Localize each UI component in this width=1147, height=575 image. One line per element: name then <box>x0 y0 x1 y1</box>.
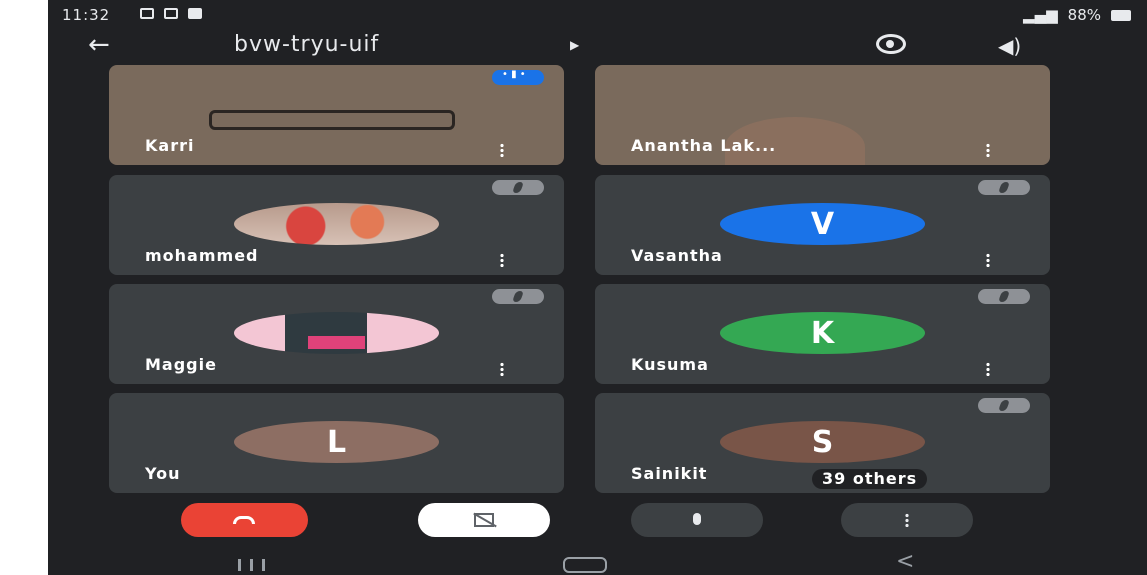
avatar: V <box>720 203 925 245</box>
participant-tile-anantha[interactable]: Anantha Lak... <box>595 65 1050 165</box>
participant-name: Sainikit <box>631 464 708 483</box>
camera-toggle-button[interactable] <box>418 503 550 537</box>
more-options-button[interactable] <box>841 503 973 537</box>
more-options-icon[interactable] <box>500 362 504 376</box>
notification-icons <box>140 8 202 19</box>
end-call-button[interactable] <box>181 503 308 537</box>
camera-off-icon <box>474 513 494 527</box>
participant-name: Karri <box>145 136 195 155</box>
meeting-code[interactable]: bvw-tryu-uif <box>234 32 379 57</box>
recents-icon[interactable] <box>238 559 268 571</box>
participant-name: Kusuma <box>631 355 709 374</box>
speaker-icon[interactable]: ◀) <box>998 34 1021 58</box>
status-bar: 11:32 ▂▄▆ 88% <box>48 0 1147 30</box>
participant-tile-sainikit[interactable]: S Sainikit 39 others <box>595 393 1050 493</box>
avatar: L <box>234 421 439 463</box>
participant-tile-kusuma[interactable]: K Kusuma <box>595 284 1050 384</box>
system-nav-bar: < <box>48 545 1147 575</box>
back-icon[interactable]: < <box>896 549 914 574</box>
more-options-icon[interactable] <box>986 143 990 157</box>
mic-toggle-button[interactable] <box>631 503 763 537</box>
system-icons: ▂▄▆ 88% <box>1023 6 1131 24</box>
participant-name: Maggie <box>145 355 217 374</box>
message-icon <box>188 8 202 19</box>
status-time: 11:32 <box>62 6 111 24</box>
video-feed <box>209 110 455 130</box>
more-options-icon[interactable] <box>500 143 504 157</box>
mic-off-icon <box>978 398 1030 413</box>
call-header: ← bvw-tryu-uif ▶ ◀) <box>48 30 1147 64</box>
participant-tile-vasantha[interactable]: V Vasantha <box>595 175 1050 275</box>
back-arrow-icon[interactable]: ← <box>88 32 110 58</box>
home-icon[interactable] <box>563 557 607 573</box>
switch-camera-icon[interactable] <box>876 34 906 54</box>
avatar: S <box>720 421 925 463</box>
avatar: K <box>720 312 925 354</box>
avatar <box>234 203 439 245</box>
more-options-icon[interactable] <box>986 362 990 376</box>
participant-name: mohammed <box>145 246 259 265</box>
participant-tile-you[interactable]: L You <box>109 393 564 493</box>
battery-percent: 88% <box>1067 6 1101 24</box>
mic-off-icon <box>978 289 1030 304</box>
battery-icon <box>1111 9 1131 21</box>
others-count-badge[interactable]: 39 others <box>812 469 928 489</box>
participant-tile-karri[interactable]: Karri <box>109 65 564 165</box>
avatar <box>234 312 439 354</box>
meet-call-screen: 11:32 ▂▄▆ 88% ← bvw-tryu-uif ▶ ◀) Karri … <box>48 0 1147 575</box>
mic-icon <box>693 513 701 525</box>
mic-off-icon <box>978 180 1030 195</box>
more-options-icon[interactable] <box>500 253 504 267</box>
notification-icon <box>140 8 154 19</box>
mic-off-icon <box>492 180 544 195</box>
participant-name: Anantha Lak... <box>631 136 777 155</box>
participant-tile-maggie[interactable]: Maggie <box>109 284 564 384</box>
participant-name: You <box>145 464 181 483</box>
speaking-indicator-icon <box>492 69 544 85</box>
mic-off-icon <box>492 289 544 304</box>
notification-icon <box>164 8 178 19</box>
more-vert-icon <box>905 513 909 527</box>
expand-caret-icon[interactable]: ▶ <box>570 38 579 52</box>
signal-icon: ▂▄▆ <box>1023 6 1058 24</box>
participant-name: Vasantha <box>631 246 723 265</box>
participant-tile-mohammed[interactable]: mohammed <box>109 175 564 275</box>
more-options-icon[interactable] <box>986 253 990 267</box>
hang-up-icon <box>233 516 255 524</box>
